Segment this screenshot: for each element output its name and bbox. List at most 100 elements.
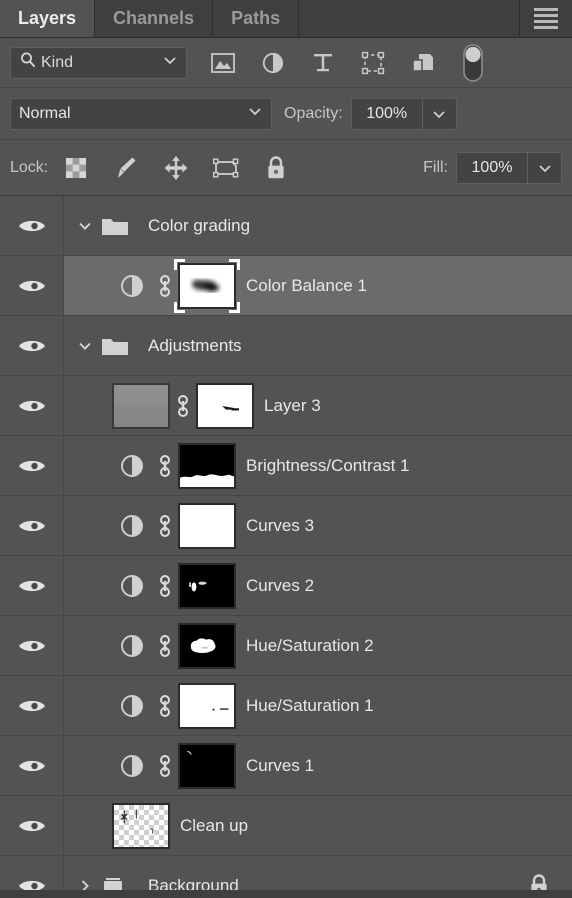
layer-visibility-toggle[interactable] xyxy=(0,436,64,495)
adjustment-layer-icon[interactable] xyxy=(112,453,152,479)
layer-locked-indicator[interactable] xyxy=(528,873,572,890)
tab-layers[interactable]: Layers xyxy=(0,0,96,37)
layer-name[interactable]: Brightness/Contrast 1 xyxy=(246,456,409,476)
hamburger-menu-icon[interactable] xyxy=(520,0,572,37)
adjustment-layer-icon[interactable] xyxy=(112,273,152,299)
table-row[interactable]: Hue/Saturation 1 xyxy=(0,676,572,736)
layer-name[interactable]: Color grading xyxy=(148,216,250,236)
table-row[interactable]: Layer 3 xyxy=(0,376,572,436)
layer-mask-thumbnail[interactable] xyxy=(178,742,236,789)
layer-mask-link-icon[interactable] xyxy=(152,511,178,541)
filter-shape-layers-icon[interactable] xyxy=(359,48,387,78)
table-row[interactable]: Brightness/Contrast 1 xyxy=(0,436,572,496)
group-expand-chevron-down-icon[interactable] xyxy=(72,217,98,235)
filter-toggle-switch[interactable] xyxy=(459,43,487,82)
layer-name[interactable]: Curves 2 xyxy=(246,576,314,596)
fill-dropdown-chevron-down-icon[interactable] xyxy=(527,152,561,183)
layer-body[interactable]: Adjustments xyxy=(64,316,572,375)
table-row[interactable]: Color Balance 1 xyxy=(0,256,572,316)
table-row[interactable]: Clean up xyxy=(0,796,572,856)
table-row[interactable]: Curves 2 xyxy=(0,556,572,616)
opacity-field[interactable]: 100% xyxy=(350,97,457,130)
layer-name[interactable]: Curves 1 xyxy=(246,756,314,776)
fill-value[interactable]: 100% xyxy=(457,153,527,183)
layer-name[interactable]: Curves 3 xyxy=(246,516,314,536)
layer-body[interactable]: Curves 2 xyxy=(64,556,572,615)
layer-mask-thumbnail[interactable] xyxy=(178,562,236,609)
filter-kind-dropdown[interactable]: Kind xyxy=(10,46,187,79)
layer-thumbnail[interactable] xyxy=(112,802,170,849)
layer-body[interactable]: Hue/Saturation 1 xyxy=(64,676,572,735)
layer-visibility-toggle[interactable] xyxy=(0,376,64,435)
layer-mask-link-icon[interactable] xyxy=(152,271,178,301)
layer-body[interactable]: Color Balance 1 xyxy=(64,256,572,315)
layer-visibility-toggle[interactable] xyxy=(0,316,64,375)
layer-mask-link-icon[interactable] xyxy=(152,451,178,481)
layer-mask-thumbnail[interactable] xyxy=(178,442,236,489)
layer-body[interactable]: Clean up xyxy=(64,796,572,855)
layer-thumbnail[interactable] xyxy=(112,382,170,429)
adjustment-layer-icon[interactable] xyxy=(112,573,152,599)
layer-name[interactable]: Hue/Saturation 1 xyxy=(246,696,374,716)
group-collapse-chevron-right-icon[interactable] xyxy=(72,877,98,890)
layer-mask-link-icon[interactable] xyxy=(152,571,178,601)
lock-position-icon[interactable] xyxy=(162,153,190,183)
layer-visibility-toggle[interactable] xyxy=(0,496,64,555)
layer-body[interactable]: Brightness/Contrast 1 xyxy=(64,436,572,495)
layer-name[interactable]: Color Balance 1 xyxy=(246,276,367,296)
lock-transparent-pixels-icon[interactable] xyxy=(62,153,90,183)
table-row[interactable]: Hue/Saturation 2 xyxy=(0,616,572,676)
layer-visibility-toggle[interactable] xyxy=(0,256,64,315)
table-row[interactable]: Adjustments xyxy=(0,316,572,376)
group-expand-chevron-down-icon[interactable] xyxy=(72,337,98,355)
layer-mask-thumbnail[interactable] xyxy=(178,682,236,729)
layer-mask-link-icon[interactable] xyxy=(152,631,178,661)
layer-visibility-toggle[interactable] xyxy=(0,856,64,890)
filter-pixel-layers-icon[interactable] xyxy=(209,48,237,78)
layer-mask-thumbnail[interactable] xyxy=(196,382,254,429)
layer-name[interactable]: Hue/Saturation 2 xyxy=(246,636,374,656)
layer-name[interactable]: Layer 3 xyxy=(264,396,321,416)
layer-visibility-toggle[interactable] xyxy=(0,556,64,615)
adjustment-layer-icon[interactable] xyxy=(112,753,152,779)
layer-visibility-toggle[interactable] xyxy=(0,736,64,795)
layer-body[interactable]: Layer 3 xyxy=(64,376,572,435)
adjustment-layer-icon[interactable] xyxy=(112,693,152,719)
layer-body[interactable]: Background xyxy=(64,856,572,890)
layer-visibility-toggle[interactable] xyxy=(0,676,64,735)
table-row[interactable]: Curves 1 xyxy=(0,736,572,796)
table-row[interactable]: Color grading xyxy=(0,196,572,256)
layer-name[interactable]: Adjustments xyxy=(148,336,242,356)
filter-type-layers-icon[interactable] xyxy=(309,48,337,78)
lock-artboard-nesting-icon[interactable] xyxy=(212,153,240,183)
table-row[interactable]: Background xyxy=(0,856,572,890)
layer-body[interactable]: Color grading xyxy=(64,196,572,255)
filter-adjustment-layers-icon[interactable] xyxy=(259,48,287,78)
layer-mask-link-icon[interactable] xyxy=(152,751,178,781)
adjustment-layer-icon[interactable] xyxy=(112,633,152,659)
layer-body[interactable]: Curves 1 xyxy=(64,736,572,795)
layer-mask-thumbnail-selected[interactable] xyxy=(174,258,240,313)
layer-visibility-toggle[interactable] xyxy=(0,616,64,675)
layer-name[interactable]: Background xyxy=(148,876,239,891)
layer-mask-thumbnail[interactable] xyxy=(178,622,236,669)
table-row[interactable]: Curves 3 xyxy=(0,496,572,556)
layer-body[interactable]: Hue/Saturation 2 xyxy=(64,616,572,675)
blend-mode-dropdown[interactable]: Normal xyxy=(10,97,272,130)
adjustment-layer-icon[interactable] xyxy=(112,513,152,539)
lock-all-icon[interactable] xyxy=(262,153,290,183)
layer-name[interactable]: Clean up xyxy=(180,816,248,836)
layer-mask-link-icon[interactable] xyxy=(170,391,196,421)
tab-channels[interactable]: Channels xyxy=(95,0,214,37)
tab-paths[interactable]: Paths xyxy=(213,0,300,37)
opacity-value[interactable]: 100% xyxy=(352,99,422,129)
layer-visibility-toggle[interactable] xyxy=(0,796,64,855)
layer-mask-thumbnail[interactable] xyxy=(178,502,236,549)
lock-image-pixels-icon[interactable] xyxy=(112,153,140,183)
layer-mask-thumbnail[interactable] xyxy=(178,262,236,309)
layer-body[interactable]: Curves 3 xyxy=(64,496,572,555)
opacity-dropdown-chevron-down-icon[interactable] xyxy=(421,98,456,129)
layer-visibility-toggle[interactable] xyxy=(0,196,64,255)
layer-mask-link-icon[interactable] xyxy=(152,691,178,721)
fill-field[interactable]: 100% xyxy=(456,151,562,184)
